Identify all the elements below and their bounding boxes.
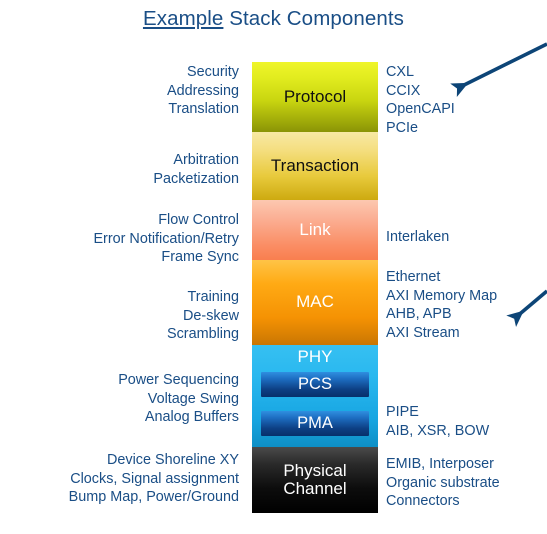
right-labels-protocol: CXL CCIX OpenCAPI PCIe — [386, 63, 455, 137]
right-label-line: CCIX — [386, 82, 421, 99]
left-labels-phy: Power Sequencing Voltage Swing Analog Bu… — [118, 371, 239, 427]
right-label-line: PIPE — [386, 404, 419, 420]
right-labels-link: Interlaken — [386, 228, 449, 247]
right-labels-phy: PIPE AIB, XSR, BOW — [386, 403, 489, 440]
stack-layer-transaction: Transaction — [252, 132, 378, 200]
left-label-line: Power Sequencing — [118, 372, 239, 388]
stack-layer-label: PHY — [297, 347, 333, 366]
stack-layer-phy: PHY PCS PMA — [252, 345, 378, 447]
left-label-line: Voltage Swing — [147, 390, 239, 407]
right-label-line: Ethernet — [386, 269, 441, 285]
stack-layer-label-line2: Channel — [283, 479, 347, 498]
stack-layer-label: MAC — [296, 292, 334, 312]
stack-layer-physical-channel: Physical Channel — [252, 447, 378, 513]
page-title: Example Stack Components — [0, 7, 547, 31]
left-label-line: Addressing — [167, 82, 239, 99]
left-label-line: Training — [187, 289, 239, 305]
title-rest: Stack Components — [223, 7, 405, 30]
right-label-line: CXL — [386, 64, 414, 80]
right-label-line: Organic substrate — [386, 474, 500, 491]
left-label-line: Arbitration — [173, 152, 239, 168]
stack-layer-link: Link — [252, 200, 378, 260]
right-label-line: AHB, APB — [386, 306, 452, 323]
left-label-line: Packetization — [153, 170, 239, 187]
bottom-annotation-arrow — [506, 289, 547, 328]
stack-layer-label: Protocol — [283, 86, 347, 106]
left-label-line: De-skew — [183, 307, 239, 324]
right-labels-physical-channel: EMIB, Interposer Organic substrate Conne… — [386, 455, 500, 511]
left-label-line: Scrambling — [167, 326, 239, 343]
stack-layer-protocol: Protocol — [252, 62, 378, 132]
right-labels-mac: Ethernet AXI Memory Map AHB, APB AXI Str… — [386, 268, 497, 342]
stack-layer-label: Physical Channel — [283, 460, 347, 499]
left-label-line: Frame Sync — [161, 249, 239, 266]
left-label-line: Security — [187, 64, 239, 80]
top-annotation-arrow — [450, 42, 547, 98]
left-labels-physical-channel: Device Shoreline XY Clocks, Signal assig… — [69, 451, 239, 507]
right-label-line: AIB, XSR, BOW — [386, 422, 490, 439]
left-label-line: Translation — [168, 101, 239, 118]
left-label-line: Clocks, Signal assignment — [70, 470, 239, 487]
right-label-line: OpenCAPI — [386, 101, 455, 118]
stack-sublayer-label: PCS — [298, 374, 332, 393]
left-label-line: Error Notification/Retry — [93, 230, 239, 247]
right-label-line: Connectors — [386, 493, 460, 510]
left-label-line: Device Shoreline XY — [107, 452, 239, 468]
stack-layer-label: Link — [299, 219, 331, 239]
right-label-line: EMIB, Interposer — [386, 456, 494, 472]
stack-layer-label-line1: Physical — [283, 460, 347, 480]
protocol-stack: Protocol Transaction Link MAC PHY PCS PM… — [252, 62, 378, 513]
left-labels-mac: Training De-skew Scrambling — [167, 288, 239, 344]
right-label-line: AXI Stream — [386, 324, 460, 341]
right-label-line: PCIe — [386, 119, 418, 136]
left-label-line: Bump Map, Power/Ground — [68, 489, 239, 506]
left-label-line: Analog Buffers — [144, 409, 239, 426]
stack-layer-label: Transaction — [270, 155, 360, 175]
left-labels-protocol: Security Addressing Translation — [167, 63, 239, 119]
stack-sublayer-label: PMA — [297, 413, 333, 432]
right-label-line: AXI Memory Map — [386, 287, 498, 304]
stack-layer-mac: MAC — [252, 260, 378, 345]
title-emphasis: Example — [142, 7, 224, 30]
left-labels-link: Flow Control Error Notification/Retry Fr… — [93, 211, 239, 267]
right-label-line: Interlaken — [386, 229, 450, 245]
slide-canvas: Example Stack Components Security Addres… — [0, 0, 547, 534]
left-labels-transaction: Arbitration Packetization — [153, 151, 239, 188]
left-label-line: Flow Control — [158, 212, 239, 228]
stack-sublayer-pcs: PCS — [261, 372, 369, 397]
stack-sublayer-pma: PMA — [261, 411, 369, 436]
